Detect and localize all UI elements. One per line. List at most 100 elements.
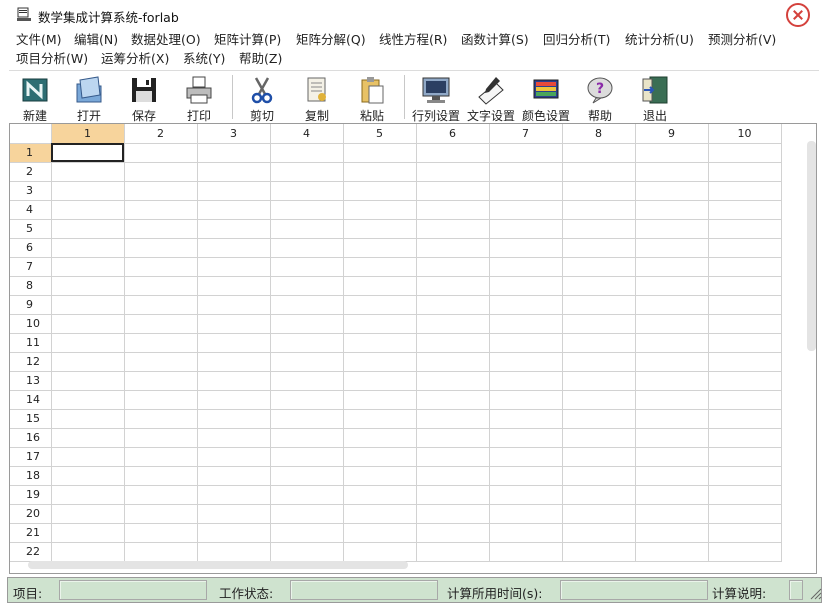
grid-cell[interactable] <box>416 409 490 429</box>
grid-cell[interactable] <box>708 523 782 543</box>
grid-cell[interactable] <box>197 314 271 334</box>
menu-matrix-decomp[interactable]: 矩阵分解(Q) <box>294 31 368 49</box>
grid-cell[interactable] <box>562 485 636 505</box>
grid-cell[interactable] <box>270 314 344 334</box>
column-header[interactable]: 3 <box>197 124 271 144</box>
grid-cell[interactable] <box>489 523 563 543</box>
grid-cell[interactable] <box>51 371 125 391</box>
exit-button[interactable]: 退出 <box>626 73 684 123</box>
grid-cell[interactable] <box>270 276 344 296</box>
grid-cell[interactable] <box>51 409 125 429</box>
grid-cell[interactable] <box>124 523 198 543</box>
grid-cell[interactable] <box>197 504 271 524</box>
grid-cell[interactable] <box>343 466 417 486</box>
grid-cell[interactable] <box>270 466 344 486</box>
grid-cell[interactable] <box>270 333 344 353</box>
grid-cell[interactable] <box>270 143 344 163</box>
grid-cell[interactable] <box>343 371 417 391</box>
grid-cell[interactable] <box>124 371 198 391</box>
grid-cell[interactable] <box>124 504 198 524</box>
grid-cell[interactable] <box>635 143 709 163</box>
grid-cell[interactable] <box>489 409 563 429</box>
row-header[interactable]: 15 <box>10 409 52 429</box>
grid-cell[interactable] <box>416 181 490 201</box>
grid-cell[interactable] <box>51 504 125 524</box>
grid-cell[interactable] <box>197 409 271 429</box>
grid-cell[interactable] <box>343 523 417 543</box>
grid-cell[interactable] <box>489 238 563 258</box>
grid-cell[interactable] <box>708 371 782 391</box>
grid-cell[interactable] <box>51 295 125 315</box>
grid-cell[interactable] <box>124 542 198 562</box>
grid-cell[interactable] <box>562 523 636 543</box>
grid-cell[interactable] <box>489 162 563 182</box>
grid-cell[interactable] <box>197 162 271 182</box>
grid-cell[interactable] <box>708 238 782 258</box>
grid-cell[interactable] <box>270 352 344 372</box>
grid-cell[interactable] <box>416 162 490 182</box>
grid-cell[interactable] <box>489 200 563 220</box>
grid-cell[interactable] <box>708 542 782 562</box>
row-header[interactable]: 21 <box>10 523 52 543</box>
grid-cell[interactable] <box>124 162 198 182</box>
save-button[interactable]: 保存 <box>115 73 173 123</box>
grid-cell[interactable] <box>635 504 709 524</box>
grid-cell[interactable] <box>343 485 417 505</box>
grid-cell[interactable] <box>489 143 563 163</box>
grid-cell[interactable] <box>124 409 198 429</box>
grid-cell[interactable] <box>708 447 782 467</box>
menu-operations[interactable]: 运筹分析(X) <box>99 50 171 68</box>
grid-cell[interactable] <box>270 428 344 448</box>
grid-cell[interactable] <box>489 352 563 372</box>
grid-cell[interactable] <box>124 447 198 467</box>
grid-cell[interactable] <box>343 295 417 315</box>
grid-cell[interactable] <box>416 352 490 372</box>
grid-cell[interactable] <box>562 162 636 182</box>
grid-cell[interactable] <box>562 390 636 410</box>
grid-cell[interactable] <box>270 485 344 505</box>
menu-data-processing[interactable]: 数据处理(O) <box>129 31 203 49</box>
row-header[interactable]: 13 <box>10 371 52 391</box>
grid-cell[interactable] <box>124 314 198 334</box>
row-header[interactable]: 11 <box>10 333 52 353</box>
grid-cell[interactable] <box>51 181 125 201</box>
grid-cell[interactable] <box>343 314 417 334</box>
column-header[interactable]: 8 <box>562 124 636 144</box>
row-header[interactable]: 16 <box>10 428 52 448</box>
open-button[interactable]: 打开 <box>60 73 118 123</box>
grid-cell[interactable] <box>489 181 563 201</box>
grid-cell[interactable] <box>635 257 709 277</box>
cut-button[interactable]: 剪切 <box>233 73 291 123</box>
grid-cell[interactable] <box>197 466 271 486</box>
menu-linear-equation[interactable]: 线性方程(R) <box>377 31 449 49</box>
grid-cell[interactable] <box>489 333 563 353</box>
grid-cell[interactable] <box>416 143 490 163</box>
grid-cell[interactable] <box>489 466 563 486</box>
grid-cell[interactable] <box>416 371 490 391</box>
grid-cell[interactable] <box>124 276 198 296</box>
copy-button[interactable]: 复制 <box>288 73 346 123</box>
row-header[interactable]: 8 <box>10 276 52 296</box>
grid-cell[interactable] <box>708 257 782 277</box>
grid-cell[interactable] <box>635 371 709 391</box>
column-header[interactable]: 4 <box>270 124 344 144</box>
grid-cell[interactable] <box>270 447 344 467</box>
grid-cell[interactable] <box>562 314 636 334</box>
menu-help[interactable]: 帮助(Z) <box>237 50 284 68</box>
grid-cell[interactable] <box>270 257 344 277</box>
grid-cell[interactable] <box>343 352 417 372</box>
grid-cell[interactable] <box>270 238 344 258</box>
grid-cell[interactable] <box>489 390 563 410</box>
grid-cell[interactable] <box>124 219 198 239</box>
color-settings-button[interactable]: 颜色设置 <box>517 73 575 123</box>
grid-cell[interactable] <box>124 352 198 372</box>
grid-cell[interactable] <box>635 542 709 562</box>
grid-cell[interactable] <box>124 333 198 353</box>
help-button[interactable]: ? 帮助 <box>571 73 629 123</box>
grid-cell[interactable] <box>708 390 782 410</box>
menu-edit[interactable]: 编辑(N) <box>72 31 120 49</box>
column-header[interactable]: 2 <box>124 124 198 144</box>
grid-cell[interactable] <box>343 181 417 201</box>
row-header[interactable]: 9 <box>10 295 52 315</box>
grid-cell[interactable] <box>197 257 271 277</box>
